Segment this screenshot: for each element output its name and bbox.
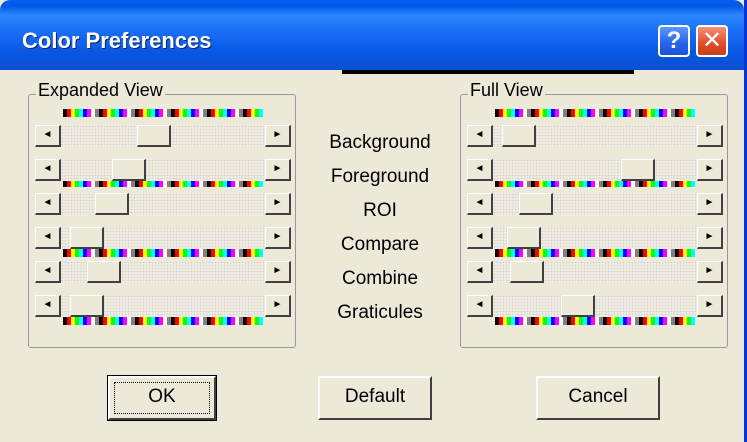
scroll-left-arrow-icon[interactable]: ◄: [467, 227, 493, 249]
scroll-track[interactable]: [493, 227, 697, 249]
scroll-right-arrow-icon[interactable]: ►: [697, 261, 723, 283]
color-preview-bar: [342, 70, 634, 74]
full-view-label: Full View: [468, 80, 545, 101]
scroll-thumb[interactable]: [112, 159, 146, 181]
scroll-right-arrow-icon[interactable]: ►: [697, 125, 723, 147]
scroll-track[interactable]: [61, 295, 265, 317]
default-button[interactable]: Default: [318, 376, 432, 420]
close-button[interactable]: ✕: [696, 25, 728, 57]
scroll-track[interactable]: [493, 125, 697, 147]
expanded-view-combine-scrollbar[interactable]: ◄ ►: [35, 259, 291, 285]
scroll-thumb[interactable]: [86, 261, 121, 283]
expanded-view-color-strip: [63, 109, 263, 117]
scroll-track[interactable]: [493, 159, 697, 181]
scroll-thumb[interactable]: [137, 125, 172, 147]
scroll-track[interactable]: [61, 261, 265, 283]
expanded-view-foreground-scrollbar[interactable]: ◄ ►: [35, 157, 291, 183]
scroll-left-arrow-icon[interactable]: ◄: [35, 193, 61, 215]
full-view-group: ◄ ► ◄ ► ◄ ► ◄ ► ◄ ► ◄ ►: [460, 94, 728, 348]
full-view-combine-scrollbar[interactable]: ◄ ►: [467, 259, 723, 285]
expanded-view-label: Expanded View: [36, 80, 165, 101]
expanded-view-compare-scrollbar[interactable]: ◄ ►: [35, 225, 291, 251]
scroll-right-arrow-icon[interactable]: ►: [697, 159, 723, 181]
scroll-left-arrow-icon[interactable]: ◄: [467, 159, 493, 181]
row-label-compare: Compare: [340, 234, 420, 255]
row-label-graticules: Graticules: [337, 302, 423, 323]
scroll-right-arrow-icon[interactable]: ►: [265, 261, 291, 283]
scroll-track[interactable]: [61, 193, 265, 215]
row-label-combine: Combine: [341, 268, 419, 289]
expanded-view-group: ◄ ► ◄ ► ◄ ► ◄ ► ◄ ► ◄ ►: [28, 94, 296, 348]
ok-button[interactable]: OK: [107, 375, 217, 421]
scroll-left-arrow-icon[interactable]: ◄: [467, 295, 493, 317]
window-title: Color Preferences: [22, 28, 212, 53]
scroll-right-arrow-icon[interactable]: ►: [265, 159, 291, 181]
scroll-track[interactable]: [493, 261, 697, 283]
scroll-track[interactable]: [61, 159, 265, 181]
scroll-track[interactable]: [493, 295, 697, 317]
title-bar[interactable]: Color Preferences ? ✕: [0, 0, 744, 70]
scroll-left-arrow-icon[interactable]: ◄: [467, 193, 493, 215]
scroll-thumb[interactable]: [510, 261, 544, 283]
scroll-left-arrow-icon[interactable]: ◄: [467, 125, 493, 147]
row-label-foreground: Foreground: [330, 166, 430, 187]
scroll-right-arrow-icon[interactable]: ►: [697, 227, 723, 249]
scroll-right-arrow-icon[interactable]: ►: [265, 193, 291, 215]
scroll-thumb[interactable]: [518, 193, 553, 215]
full-view-foreground-scrollbar[interactable]: ◄ ►: [467, 157, 723, 183]
scroll-thumb[interactable]: [501, 125, 536, 147]
scroll-thumb[interactable]: [561, 295, 595, 317]
expanded-view-background-scrollbar[interactable]: ◄ ►: [35, 123, 291, 149]
scroll-right-arrow-icon[interactable]: ►: [265, 227, 291, 249]
scroll-track[interactable]: [493, 193, 697, 215]
cancel-button-label: Cancel: [568, 386, 628, 407]
dialog-client-area: ◄ ► ◄ ► ◄ ► ◄ ► ◄ ► ◄ ► Expanded View ◄ ► ◄ ► ◄ ► ◄ ► ◄ ► ◄ ► …: [0, 70, 744, 442]
full-view-background-scrollbar[interactable]: ◄ ►: [467, 123, 723, 149]
row-label-background: Background: [329, 132, 431, 153]
scroll-right-arrow-icon[interactable]: ►: [265, 295, 291, 317]
help-button[interactable]: ?: [658, 25, 690, 57]
expanded-view-roi-scrollbar[interactable]: ◄ ►: [35, 191, 291, 217]
full-view-graticules-scrollbar[interactable]: ◄ ►: [467, 293, 723, 319]
scroll-left-arrow-icon[interactable]: ◄: [35, 261, 61, 283]
expanded-view-graticules-scrollbar[interactable]: ◄ ►: [35, 293, 291, 319]
scroll-thumb[interactable]: [620, 159, 655, 181]
scroll-right-arrow-icon[interactable]: ►: [697, 295, 723, 317]
scroll-left-arrow-icon[interactable]: ◄: [35, 227, 61, 249]
cancel-button[interactable]: Cancel: [536, 376, 660, 420]
focus-rectangle: [114, 382, 210, 414]
color-preferences-window: Color Preferences ? ✕ ◄ ► ◄ ► ◄ ► ◄ ► ◄ ► ◄ ► Expan…: [0, 0, 747, 442]
scroll-track[interactable]: [61, 227, 265, 249]
scroll-right-arrow-icon[interactable]: ►: [265, 125, 291, 147]
default-button-label: Default: [344, 386, 406, 407]
scroll-left-arrow-icon[interactable]: ◄: [35, 295, 61, 317]
scroll-left-arrow-icon[interactable]: ◄: [467, 261, 493, 283]
scroll-track[interactable]: [61, 125, 265, 147]
full-view-compare-scrollbar[interactable]: ◄ ►: [467, 225, 723, 251]
scroll-thumb[interactable]: [95, 193, 129, 215]
scroll-left-arrow-icon[interactable]: ◄: [35, 159, 61, 181]
full-view-roi-scrollbar[interactable]: ◄ ►: [467, 191, 723, 217]
scroll-left-arrow-icon[interactable]: ◄: [35, 125, 61, 147]
scroll-thumb[interactable]: [69, 295, 104, 317]
scroll-thumb[interactable]: [69, 227, 104, 249]
scroll-thumb[interactable]: [506, 227, 541, 249]
scroll-right-arrow-icon[interactable]: ►: [697, 193, 723, 215]
full-view-color-strip: [495, 109, 695, 117]
row-label-roi: ROI: [363, 200, 397, 221]
